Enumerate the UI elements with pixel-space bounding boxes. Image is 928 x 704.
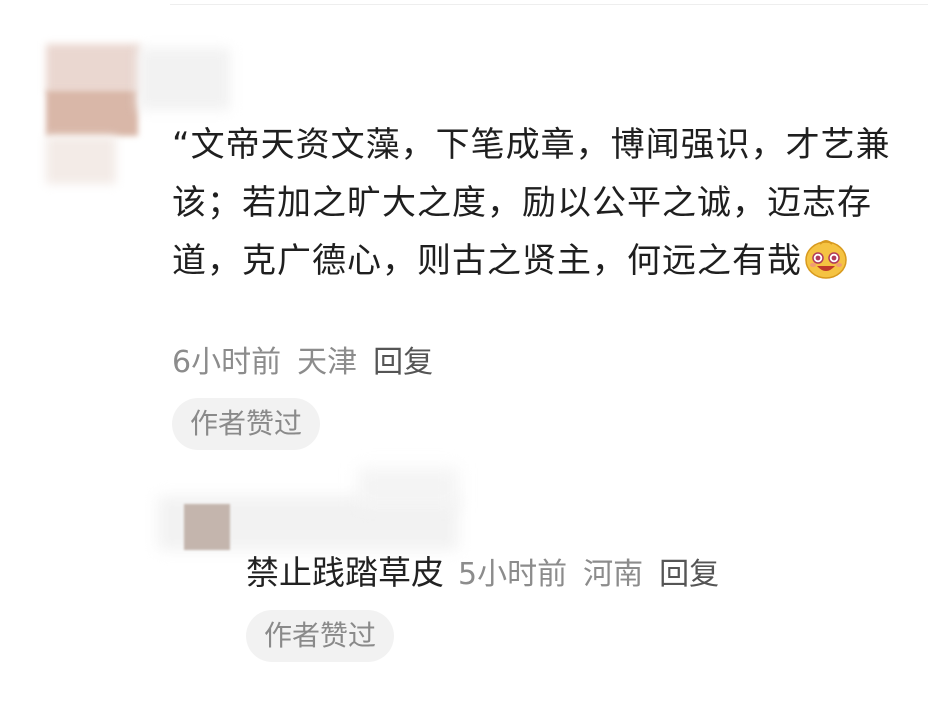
reply-author-liked-badge: 作者赞过: [246, 610, 395, 662]
comment-text: “文帝天资文藻，下笔成章，博闻强识，才艺兼该；若加之旷大之度，励以公平之诚，迈志…: [172, 116, 902, 290]
reply-time: 5小时前: [458, 557, 568, 592]
reply-location: 河南: [583, 557, 644, 592]
reply-avatar[interactable]: [158, 468, 458, 558]
comment-content: “文帝天资文藻，下笔成章，博闻强识，才艺兼该；若加之旷大之度，励以公平之诚，迈志…: [172, 125, 891, 281]
username-blurred[interactable]: [138, 48, 230, 110]
reply-reply-button[interactable]: 回复: [659, 557, 719, 592]
author-liked-badge: 作者赞过: [172, 398, 321, 450]
reply-button[interactable]: 回复: [373, 345, 433, 380]
comment-location: 天津: [297, 345, 358, 380]
comment-time: 6小时前: [172, 345, 282, 380]
avatar[interactable]: [46, 44, 140, 184]
divider: [170, 0, 928, 5]
comment-thread: “文帝天资文藻，下笔成章，博闻强识，才艺兼该；若加之旷大之度，励以公平之诚，迈志…: [0, 0, 928, 704]
reply-username[interactable]: 禁止践踏草皮: [246, 553, 444, 592]
comment-meta: 6小时前 天津 回复: [172, 338, 449, 388]
smiling-face-emoji-icon: [805, 240, 847, 279]
reply-item: 禁止践踏草皮 5小时前 河南 回复: [246, 548, 719, 604]
